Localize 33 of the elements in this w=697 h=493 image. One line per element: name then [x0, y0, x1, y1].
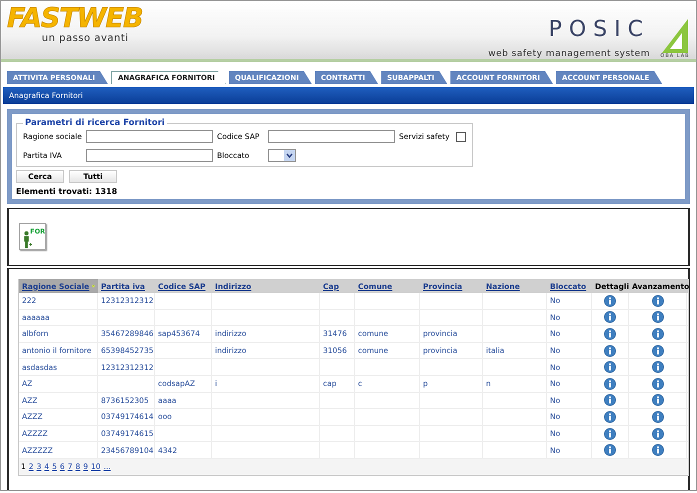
info-icon[interactable] — [604, 394, 616, 406]
info-icon[interactable] — [604, 344, 616, 357]
info-icon[interactable] — [604, 428, 616, 440]
info-icon[interactable] — [652, 410, 664, 423]
info-icon[interactable] — [652, 394, 664, 406]
info-icon[interactable] — [652, 294, 664, 307]
info-icon[interactable] — [604, 410, 616, 423]
info-icon[interactable] — [604, 294, 616, 307]
info-icon[interactable] — [604, 361, 616, 374]
info-icon[interactable] — [652, 444, 664, 456]
info-icon[interactable] — [604, 378, 616, 390]
info-icon[interactable] — [652, 428, 664, 440]
app-name: POSIC — [548, 17, 650, 43]
input-field[interactable] — [86, 149, 213, 162]
triangle-logo-icon — [660, 19, 690, 53]
info-icon[interactable] — [604, 311, 616, 324]
info-icon[interactable] — [604, 328, 616, 340]
info-icon[interactable] — [652, 361, 664, 374]
info-icon[interactable] — [652, 311, 664, 324]
tagline: un passo avanti — [42, 33, 129, 44]
info-icon[interactable] — [652, 344, 664, 357]
checkbox[interactable] — [456, 132, 466, 142]
info-icon[interactable] — [652, 378, 664, 390]
info-icon[interactable] — [604, 444, 616, 456]
input-field[interactable] — [268, 130, 395, 143]
sort-ascending-icon — [92, 282, 95, 290]
dropdown[interactable] — [268, 149, 296, 162]
fieldset-legend: Parametri di ricerca Fornitori — [23, 118, 167, 128]
info-icon[interactable] — [652, 328, 664, 340]
result-count: Elementi trovati: 1318 — [16, 187, 118, 196]
app-subtitle: web safety management system — [488, 49, 650, 59]
input-field[interactable] — [86, 130, 213, 143]
logo: FASTWEB — [7, 5, 143, 33]
